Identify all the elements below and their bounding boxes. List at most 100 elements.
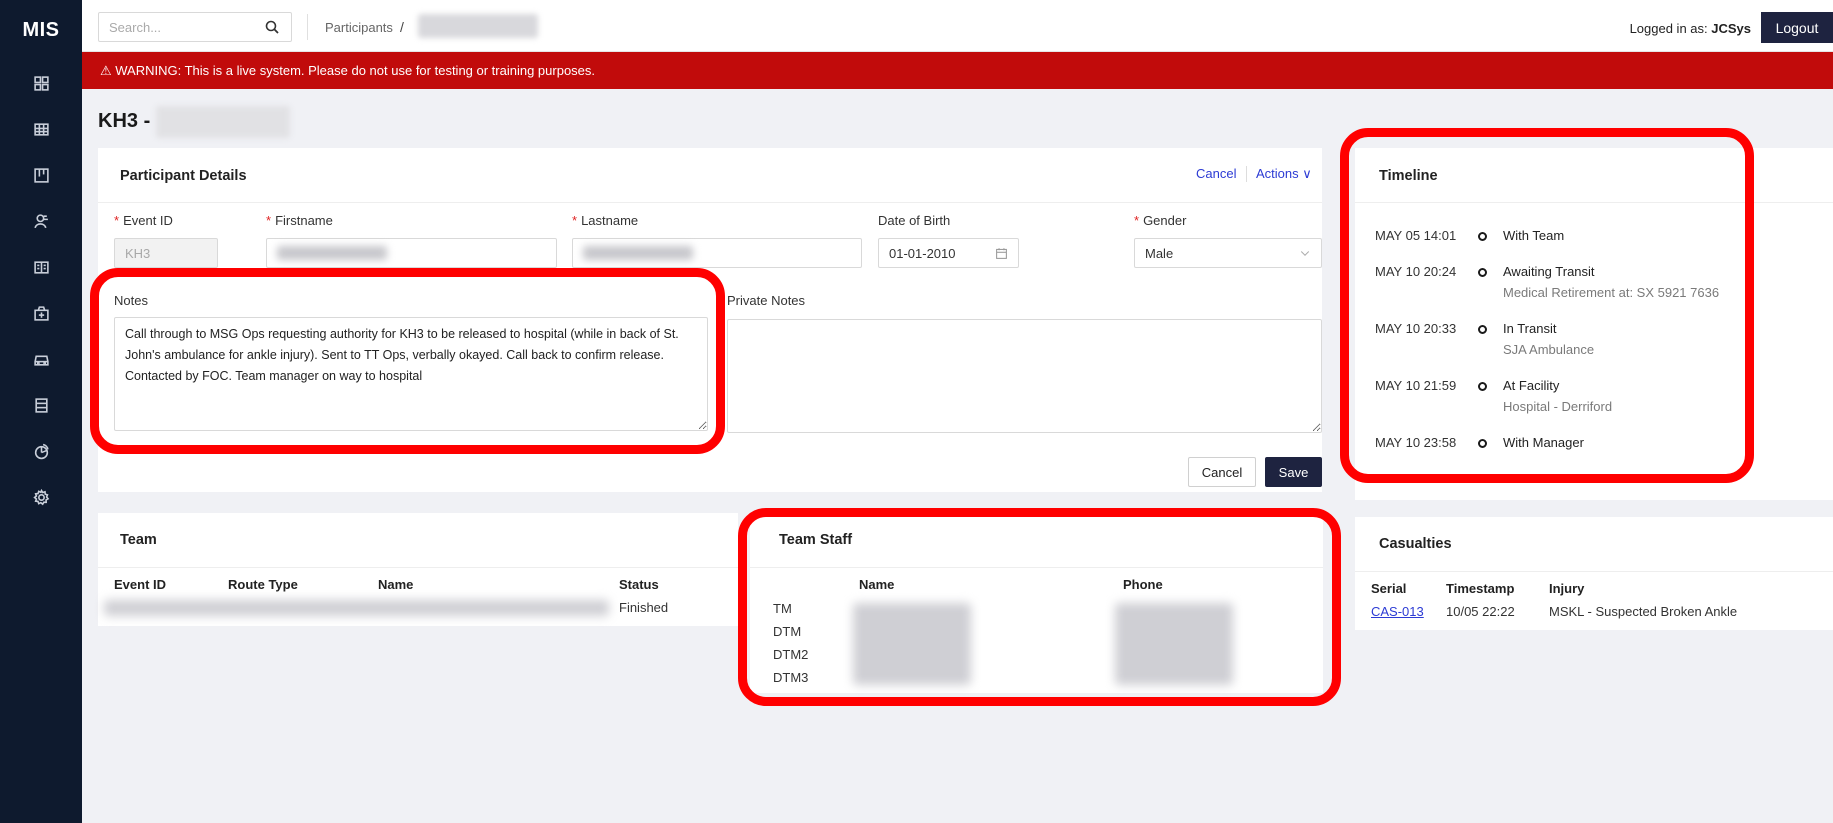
team-col-route-type: Route Type — [228, 577, 298, 592]
dashboard-icon[interactable] — [0, 60, 82, 106]
timeline-label: With Team — [1503, 228, 1565, 243]
team-staff-card: Team Staff Name Phone TM DTM DTM2 DTM3 — [750, 513, 1323, 693]
timeline-title: Timeline — [1379, 168, 1438, 184]
timeline-label: In Transit — [1503, 321, 1557, 336]
timeline-label: Awaiting Transit — [1503, 264, 1595, 279]
timeline-time: MAY 10 23:58 — [1375, 435, 1457, 450]
search-input[interactable] — [98, 12, 292, 42]
casualties-card: Casualties Serial Timestamp Injury CAS-0… — [1355, 517, 1833, 630]
logged-in-status: Logged in as: JCSys — [1630, 21, 1751, 36]
dob-field[interactable]: 01-01-2010 — [878, 238, 1019, 268]
logout-button[interactable]: Logout — [1761, 12, 1833, 43]
gender-label: * Gender — [1134, 213, 1187, 228]
card-divider — [750, 567, 1323, 568]
staff-phones-redacted — [1115, 603, 1233, 685]
app-logo[interactable]: MIS — [0, 0, 82, 60]
card-divider — [98, 202, 1322, 203]
cancel-button[interactable]: Cancel — [1188, 457, 1256, 487]
timeline-dot — [1478, 232, 1487, 241]
breadcrumb-current-redacted — [418, 14, 538, 38]
event-id-label: * Event ID — [114, 213, 173, 228]
staff-role-dtm3: DTM3 — [773, 670, 809, 685]
staff-role-tm: TM — [773, 601, 792, 616]
notes-textarea[interactable] — [114, 317, 708, 431]
timeline-dot — [1478, 382, 1487, 391]
lastname-redacted — [583, 246, 693, 260]
casualty-timestamp: 10/05 22:22 — [1446, 604, 1515, 619]
team-card: Team Event ID Route Type Name Status Fin… — [98, 513, 738, 626]
page-title: KH3 - — [98, 110, 151, 132]
team-col-event-id: Event ID — [114, 577, 167, 592]
lastname-label: * Lastname — [572, 213, 639, 228]
team-col-status: Status — [619, 577, 659, 592]
chevron-down-icon — [1300, 251, 1310, 256]
timeline-label: At Facility — [1503, 378, 1560, 393]
staff-role-dtm: DTM — [773, 624, 802, 639]
staff-col-phone: Phone — [1123, 577, 1163, 592]
staff-names-redacted — [853, 603, 971, 685]
private-notes-label: Private Notes — [727, 293, 806, 308]
logged-in-user: JCSys — [1711, 21, 1751, 36]
casualty-serial-link[interactable]: CAS-013 — [1371, 604, 1424, 619]
cancel-link[interactable]: Cancel — [1196, 166, 1236, 181]
table-icon[interactable] — [0, 106, 82, 152]
timeline-time: MAY 10 20:24 — [1375, 264, 1457, 279]
team-title: Team — [120, 532, 157, 548]
dob-label: Date of Birth — [878, 213, 951, 228]
timeline-sublabel: Medical Retirement at: SX 5921 7636 — [1503, 285, 1720, 300]
team-row-redacted — [104, 600, 609, 616]
notes-label: Notes — [114, 293, 148, 308]
gender-select[interactable]: Male — [1134, 238, 1322, 268]
firstname-field[interactable] — [266, 238, 557, 268]
card-divider — [1355, 202, 1833, 203]
event-id-field[interactable]: KH3 — [114, 238, 218, 268]
medical-icon[interactable] — [0, 290, 82, 336]
warning-banner: ⚠ WARNING: This is a live system. Please… — [82, 52, 1833, 89]
dob-value: 01-01-2010 — [889, 245, 956, 261]
settings-icon[interactable] — [0, 474, 82, 520]
vehicle-icon[interactable] — [0, 336, 82, 382]
calendar-icon[interactable] — [995, 247, 1008, 260]
timeline-sublabel: SJA Ambulance — [1503, 342, 1595, 357]
timeline-dot — [1478, 439, 1487, 448]
card-divider — [1355, 571, 1833, 572]
reports-icon[interactable] — [0, 382, 82, 428]
card-divider — [98, 567, 738, 568]
firstname-label: * Firstname — [266, 213, 333, 228]
sidebar: MIS — [0, 0, 82, 823]
lastname-field[interactable] — [572, 238, 862, 268]
board-icon[interactable] — [0, 152, 82, 198]
search-icon[interactable] — [264, 19, 280, 35]
link-separator — [1246, 166, 1247, 182]
analytics-icon[interactable] — [0, 428, 82, 474]
timeline-sublabel: Hospital - Derriford — [1503, 399, 1613, 414]
team-col-name: Name — [378, 577, 414, 592]
team-row-status: Finished — [619, 600, 669, 615]
gender-value: Male — [1145, 245, 1174, 261]
save-button[interactable]: Save — [1265, 457, 1322, 487]
timeline-dot — [1478, 325, 1487, 334]
participants-icon[interactable] — [0, 198, 82, 244]
page-title-redacted — [156, 106, 290, 138]
casualties-col-serial: Serial — [1371, 581, 1407, 596]
timeline-label: With Manager — [1503, 435, 1584, 450]
breadcrumb-participants[interactable]: Participants — [325, 20, 393, 35]
breadcrumb-separator: / — [400, 19, 404, 35]
separator — [307, 14, 308, 40]
casualties-col-timestamp: Timestamp — [1446, 581, 1515, 596]
participant-details-card: Participant Details Cancel Actions ∨ * Ev… — [98, 148, 1322, 492]
casualties-title: Casualties — [1379, 536, 1452, 552]
staff-col-name: Name — [859, 577, 895, 592]
timeline-dot — [1478, 268, 1487, 277]
timeline-time: MAY 10 20:33 — [1375, 321, 1457, 336]
book-icon[interactable] — [0, 244, 82, 290]
timeline-time: MAY 10 21:59 — [1375, 378, 1457, 393]
team-staff-title: Team Staff — [779, 532, 853, 548]
actions-dropdown[interactable]: Actions ∨ — [1256, 166, 1312, 182]
participant-details-title: Participant Details — [120, 168, 247, 184]
casualties-col-injury: Injury — [1549, 581, 1585, 596]
staff-role-dtm2: DTM2 — [773, 647, 809, 662]
top-bar: Participants / Logged in as: JCSys Logou… — [82, 0, 1833, 52]
timeline-card: Timeline MAY 05 14:01 With Team MAY 10 20:… — [1355, 148, 1833, 500]
private-notes-textarea[interactable] — [727, 319, 1322, 433]
